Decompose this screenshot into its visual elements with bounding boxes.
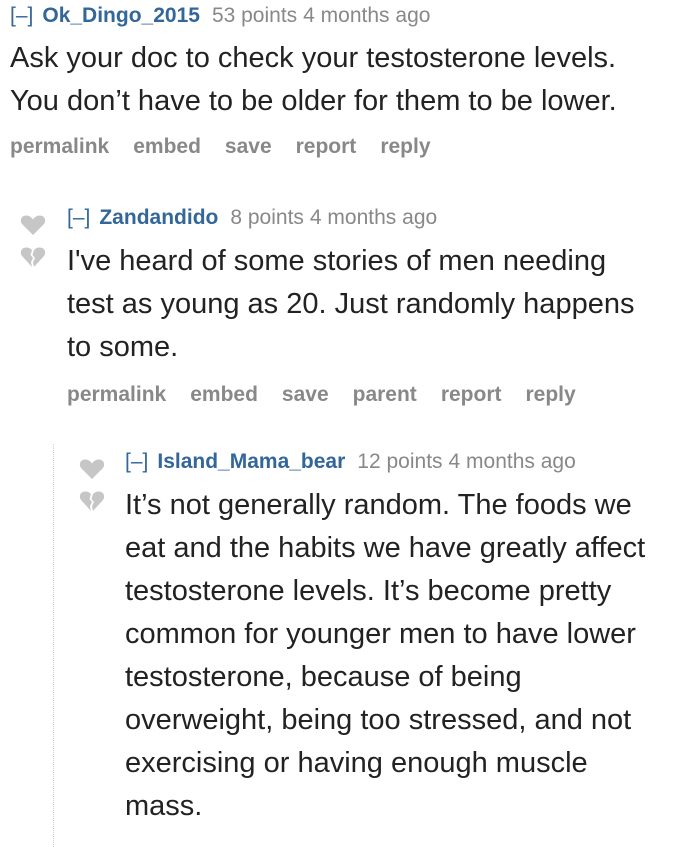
report-button[interactable]: report xyxy=(441,383,502,407)
comment-text-line: overweight, being too stressed, and not xyxy=(125,704,632,736)
score-text: 12 points xyxy=(357,450,443,473)
broken-heart-downvote-icon[interactable] xyxy=(20,246,46,268)
comment-text-line: test as young as 20. Just randomly happe… xyxy=(67,288,635,320)
comment-text-line: eat and the habits we have greatly affec… xyxy=(125,532,646,564)
comment-zandandido: [–] Zandandido 8 points 4 months ago I'v… xyxy=(67,206,634,407)
comment-tagline: [–] Island_Mama_bear 12 points 4 months … xyxy=(125,450,645,474)
comment-text-line: common for younger men to have lower xyxy=(125,618,636,650)
broken-heart-downvote-icon[interactable] xyxy=(79,490,105,512)
score-text: 8 points xyxy=(230,206,304,229)
report-button[interactable]: report xyxy=(296,135,357,159)
comment-text-line: You don’t have to be older for them to b… xyxy=(10,85,617,117)
permalink-button[interactable]: permalink xyxy=(67,383,166,407)
comment-text-line: It’s not generally random. The foods we xyxy=(125,489,632,521)
comment-body: It’s not generally random. The foods we … xyxy=(125,484,645,828)
collapse-toggle[interactable]: [–] xyxy=(125,450,148,474)
heart-upvote-icon[interactable] xyxy=(79,458,105,480)
comment-text-line: mass. xyxy=(125,790,203,822)
reply-button[interactable]: reply xyxy=(526,383,576,407)
thread-line[interactable] xyxy=(53,444,54,847)
comment-body: I've heard of some stories of men needin… xyxy=(67,240,634,369)
comment-actions: permalink embed save report reply xyxy=(10,135,617,159)
embed-button[interactable]: embed xyxy=(133,135,201,159)
comment-text-line: Ask your doc to check your testosterone … xyxy=(10,42,617,74)
comment-text-line: exercising or having enough muscle xyxy=(125,747,588,779)
author-link[interactable]: Island_Mama_bear xyxy=(157,450,345,474)
reply-button[interactable]: reply xyxy=(380,135,430,159)
save-button[interactable]: save xyxy=(282,383,329,407)
comment-text-line: testosterone levels. It’s become pretty xyxy=(125,575,612,607)
parent-button[interactable]: parent xyxy=(353,383,417,407)
permalink-button[interactable]: permalink xyxy=(10,135,109,159)
vote-column xyxy=(20,214,50,268)
comment-ok-dingo: [–] Ok_Dingo_2015 53 points 4 months ago… xyxy=(10,4,617,159)
comment-tagline: [–] Zandandido 8 points 4 months ago xyxy=(67,206,634,230)
comment-text-line: I've heard of some stories of men needin… xyxy=(67,245,607,277)
comment-text-line: to some. xyxy=(67,331,179,363)
timestamp: 4 months ago xyxy=(303,4,431,27)
comment-body: Ask your doc to check your testosterone … xyxy=(10,37,617,123)
author-link[interactable]: Ok_Dingo_2015 xyxy=(42,4,200,28)
comment-actions: permalink embed save parent report reply xyxy=(67,383,634,407)
timestamp: 4 months ago xyxy=(309,206,438,229)
save-button[interactable]: save xyxy=(225,135,272,159)
timestamp: 4 months ago xyxy=(448,450,576,473)
collapse-toggle[interactable]: [–] xyxy=(10,4,33,28)
heart-upvote-icon[interactable] xyxy=(20,214,46,236)
comment-tagline: [–] Ok_Dingo_2015 53 points 4 months ago xyxy=(10,4,617,28)
vote-column xyxy=(79,458,109,512)
comment-text-line: testosterone, because of being xyxy=(125,661,522,693)
comment-island-mama-bear: [–] Island_Mama_bear 12 points 4 months … xyxy=(125,450,645,828)
embed-button[interactable]: embed xyxy=(190,383,258,407)
collapse-toggle[interactable]: [–] xyxy=(67,206,90,230)
score-text: 53 points xyxy=(211,4,298,27)
author-link[interactable]: Zandandido xyxy=(99,206,218,230)
